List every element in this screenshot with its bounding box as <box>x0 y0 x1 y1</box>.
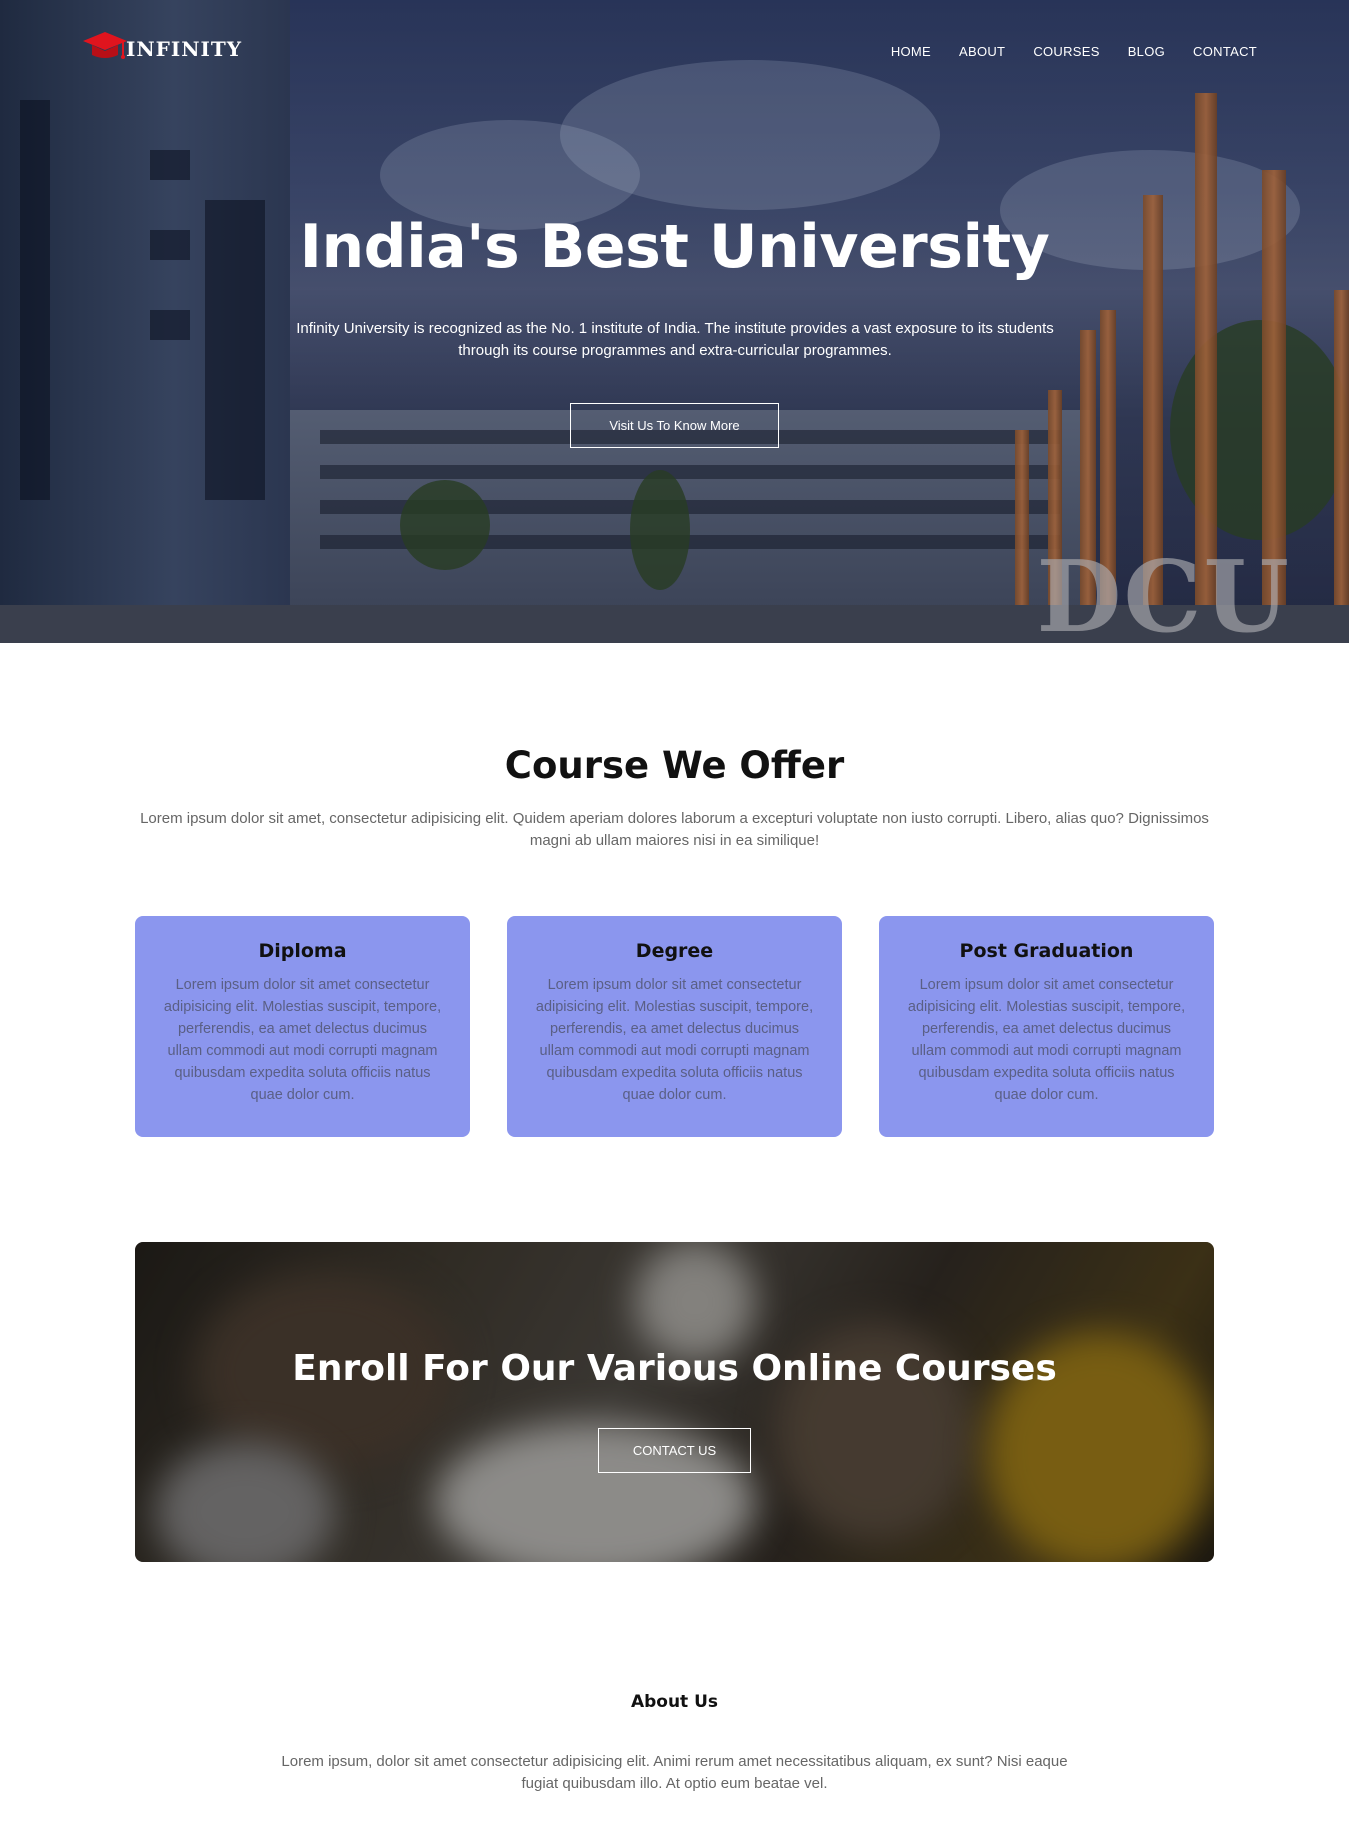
courses-title: Course We Offer <box>504 744 845 787</box>
about-title: About Us <box>630 1692 719 1712</box>
course-card-title: Post Graduation <box>959 940 1134 962</box>
nav-home[interactable]: HOME <box>891 44 931 59</box>
hero-subtitle: Infinity University is recognized as the… <box>296 320 1054 359</box>
course-card-text: Lorem ipsum dolor sit amet consectetur a… <box>163 977 442 1103</box>
hero-watermark: DCU <box>1036 540 1291 643</box>
about-text: Lorem ipsum, dolor sit amet consectetur … <box>281 1753 1068 1792</box>
course-card-degree[interactable]: Degree Lorem ipsum dolor sit amet consec… <box>507 916 842 1137</box>
hero-tree <box>400 480 490 570</box>
nav-about[interactable]: ABOUT <box>959 44 1005 59</box>
course-cards: Diploma Lorem ipsum dolor sit amet conse… <box>135 916 1214 1137</box>
brand-logo[interactable]: INFINITY <box>80 28 242 68</box>
course-card-title: Degree <box>635 940 714 962</box>
nav-courses[interactable]: COURSES <box>1033 44 1099 59</box>
top-nav: INFINITY HOME ABOUT COURSES BLOG CONTACT <box>0 0 1349 100</box>
hero-section: DCU INFINITY HOME ABOUT COURSES BLOG CON… <box>0 0 1349 643</box>
hero-pillar <box>1334 290 1349 643</box>
graduation-cap-icon <box>83 32 127 59</box>
enroll-banner: Enroll For Our Various Online Courses CO… <box>135 1242 1214 1562</box>
visit-us-button[interactable]: Visit Us To Know More <box>570 403 779 448</box>
hero-tree <box>630 470 690 590</box>
hero-title: India's Best University <box>299 212 1050 282</box>
brand-name: INFINITY <box>126 37 242 61</box>
course-card-diploma[interactable]: Diploma Lorem ipsum dolor sit amet conse… <box>135 916 470 1137</box>
course-card-text: Lorem ipsum dolor sit amet consectetur a… <box>907 977 1186 1103</box>
contact-us-button[interactable]: CONTACT US <box>598 1428 751 1473</box>
enroll-overlay <box>135 1242 1214 1562</box>
enroll-title: Enroll For Our Various Online Courses <box>292 1348 1057 1389</box>
nav-contact[interactable]: CONTACT <box>1193 44 1257 59</box>
nav-links: HOME ABOUT COURSES BLOG CONTACT <box>891 44 1257 59</box>
course-card-post-graduation[interactable]: Post Graduation Lorem ipsum dolor sit am… <box>879 916 1214 1137</box>
nav-blog[interactable]: BLOG <box>1128 44 1165 59</box>
course-card-text: Lorem ipsum dolor sit amet consectetur a… <box>535 977 814 1103</box>
courses-subtitle: Lorem ipsum dolor sit amet, consectetur … <box>140 810 1209 849</box>
course-card-title: Diploma <box>258 940 347 962</box>
